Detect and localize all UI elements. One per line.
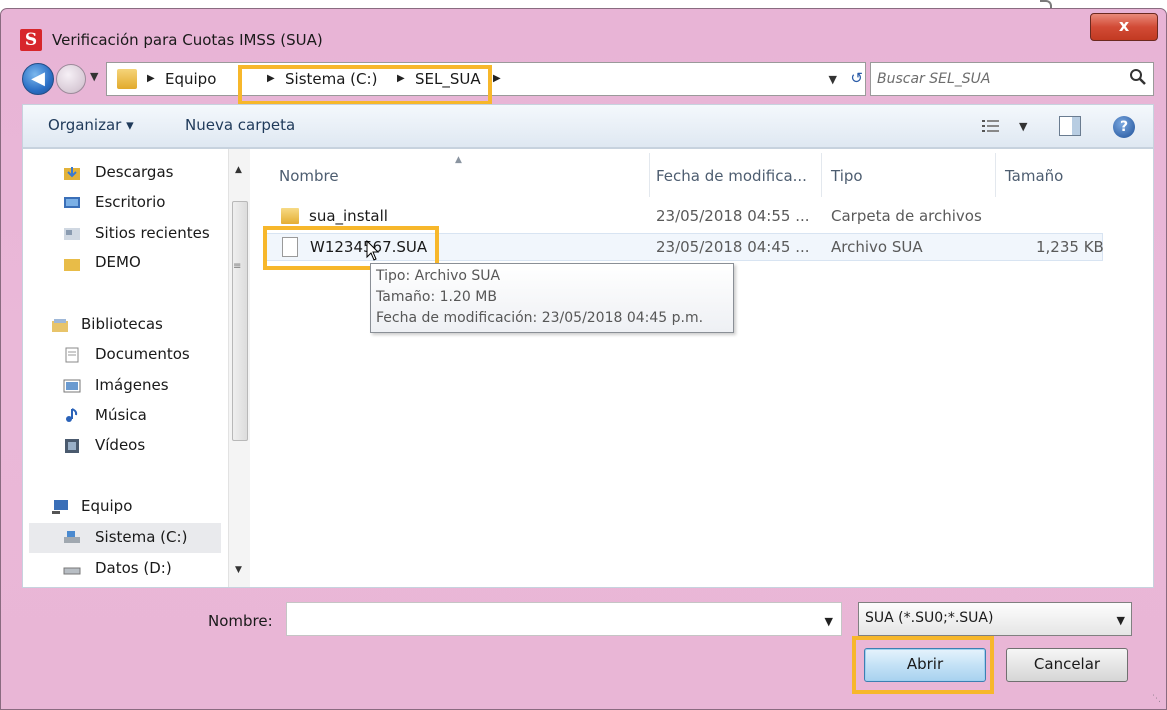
breadcrumb-equipo[interactable]: Equipo xyxy=(165,70,216,88)
help-icon[interactable]: ? xyxy=(1113,116,1135,138)
sidebar-item-sitios-recientes[interactable]: Sitios recientes xyxy=(95,224,210,242)
organize-button[interactable]: Organizar ▾ xyxy=(48,116,134,134)
chevron-down-icon[interactable]: ▼ xyxy=(1117,614,1125,627)
refresh-icon[interactable]: ↺ xyxy=(850,69,863,87)
sidebar-item-videos[interactable]: Vídeos xyxy=(95,436,145,454)
folder-icon xyxy=(281,208,299,224)
file-row-sua-install[interactable]: sua_install 23/05/2018 04:55 ... Carpeta… xyxy=(265,203,1103,231)
sort-ascending-icon: ▲ xyxy=(455,155,462,165)
breadcrumb-sistema-c[interactable]: Sistema (C:) xyxy=(285,70,377,88)
file-type-filter-value: SUA (*.SU0;*.SUA) xyxy=(865,610,994,626)
videos-icon xyxy=(65,439,79,453)
file-type: Carpeta de archivos xyxy=(831,207,982,225)
recent-places-icon xyxy=(64,228,80,240)
file-name-input[interactable] xyxy=(291,603,811,633)
content-area: Descargas Escritorio Sitios recientes DE… xyxy=(22,148,1154,588)
chevron-right-icon[interactable]: ▶ xyxy=(397,73,405,84)
file-size: 1,235 KB xyxy=(1036,238,1104,256)
computer-icon xyxy=(52,500,68,514)
view-options-dropdown[interactable]: ▼ xyxy=(1019,120,1027,133)
tooltip-size: Tamaño: 1.20 MB xyxy=(376,289,497,305)
file-list: ▲ Nombre Fecha de modifica... Tipo Tamañ… xyxy=(251,149,1153,587)
chevron-right-icon[interactable]: ▶ xyxy=(267,73,275,84)
column-separator[interactable] xyxy=(649,153,650,197)
scrollbar-thumb[interactable] xyxy=(232,201,248,441)
music-icon xyxy=(66,408,78,422)
navigation-bar: ◀ ▼ ▶ Equipo ▶ Sistema (C:) ▶ SEL_SUA ▶ … xyxy=(22,58,1154,98)
column-separator[interactable] xyxy=(995,153,996,197)
forward-button[interactable] xyxy=(56,64,86,94)
drive-icon xyxy=(63,567,81,575)
close-button[interactable]: x xyxy=(1090,13,1158,41)
scroll-down-arrow-icon[interactable]: ▼ xyxy=(235,565,242,575)
sidebar-item-sistema-c[interactable]: Sistema (C:) xyxy=(95,528,187,546)
file-name-label: Nombre: xyxy=(208,612,273,630)
toolbar: Organizar ▾ Nueva carpeta ▼ ? xyxy=(22,104,1154,148)
file-icon xyxy=(282,237,298,257)
search-box[interactable] xyxy=(870,62,1154,96)
tooltip-type: Tipo: Archivo SUA xyxy=(376,268,501,284)
new-folder-button[interactable]: Nueva carpeta xyxy=(185,116,295,134)
chevron-right-icon[interactable]: ▶ xyxy=(493,73,501,84)
file-name: sua_install xyxy=(309,207,388,225)
scroll-grip-icon: ≡ xyxy=(233,261,242,272)
file-date: 23/05/2018 04:55 ... xyxy=(656,207,810,225)
documents-icon xyxy=(65,347,79,363)
change-view-icon[interactable] xyxy=(981,118,1001,134)
column-header-fecha[interactable]: Fecha de modifica... xyxy=(656,167,807,185)
title-bar[interactable]: S Verificación para Cuotas IMSS (SUA) x xyxy=(1,9,1166,61)
sidebar-item-imagenes[interactable]: Imágenes xyxy=(95,376,169,394)
mouse-cursor-icon xyxy=(366,240,380,261)
back-button[interactable]: ◀ xyxy=(22,63,54,95)
file-date: 23/05/2018 04:45 ... xyxy=(656,238,810,256)
column-header-nombre[interactable]: Nombre xyxy=(279,167,339,185)
tooltip-modified: Fecha de modificación: 23/05/2018 04:45 … xyxy=(376,310,704,326)
chevron-down-icon[interactable]: ▼ xyxy=(825,615,833,628)
file-type: Archivo SUA xyxy=(831,238,923,256)
sidebar-item-equipo[interactable]: Equipo xyxy=(81,497,132,515)
sidebar-item-demo[interactable]: DEMO xyxy=(95,253,141,271)
file-row-w1234567-sua[interactable]: W1234567.SUA 23/05/2018 04:45 ... Archiv… xyxy=(265,233,1104,261)
sidebar-item-bibliotecas[interactable]: Bibliotecas xyxy=(81,315,163,333)
column-header-tipo[interactable]: Tipo xyxy=(831,167,863,185)
open-button[interactable]: Abrir xyxy=(864,648,986,682)
breadcrumb-sel-sua[interactable]: SEL_SUA xyxy=(415,70,481,88)
address-bar[interactable]: ▶ Equipo ▶ Sistema (C:) ▶ SEL_SUA ▶ ▼ ↺ xyxy=(106,62,866,96)
window-title: Verificación para Cuotas IMSS (SUA) xyxy=(52,31,323,49)
navigation-pane: Descargas Escritorio Sitios recientes DE… xyxy=(23,149,228,587)
sidebar-item-documentos[interactable]: Documentos xyxy=(95,345,190,363)
libraries-icon xyxy=(52,319,68,332)
search-input[interactable] xyxy=(877,64,1117,94)
recent-locations-dropdown[interactable]: ▼ xyxy=(90,70,98,83)
sidebar-item-descargas[interactable]: Descargas xyxy=(95,163,173,181)
address-history-dropdown[interactable]: ▼ xyxy=(829,73,837,86)
scroll-up-arrow-icon[interactable]: ▲ xyxy=(235,165,242,175)
desktop-icon xyxy=(64,197,80,208)
pictures-icon xyxy=(63,379,81,393)
sidebar-item-datos-d[interactable]: Datos (D:) xyxy=(95,559,172,577)
chevron-right-icon[interactable]: ▶ xyxy=(147,73,155,84)
drive-icon xyxy=(64,531,80,543)
sidebar-item-escritorio[interactable]: Escritorio xyxy=(95,193,165,211)
preview-pane-icon[interactable] xyxy=(1059,116,1081,136)
cancel-button[interactable]: Cancelar xyxy=(1006,648,1128,682)
column-separator[interactable] xyxy=(821,153,822,197)
sidebar-item-musica[interactable]: Música xyxy=(95,406,147,424)
search-icon[interactable] xyxy=(1129,68,1147,86)
column-header-tamano[interactable]: Tamaño xyxy=(1005,167,1063,185)
file-name-combobox[interactable]: ▼ xyxy=(286,602,842,636)
folder-icon xyxy=(117,69,137,89)
resize-grip-icon[interactable]: ⋱ xyxy=(1152,694,1161,704)
file-type-filter[interactable]: SUA (*.SU0;*.SUA) ▼ xyxy=(858,602,1132,636)
app-icon: S xyxy=(20,29,42,51)
folder-icon xyxy=(64,259,80,271)
file-info-tooltip: Tipo: Archivo SUA Tamaño: 1.20 MB Fecha … xyxy=(370,263,734,333)
navigation-pane-scrollbar[interactable]: ▲ ≡ ▼ xyxy=(228,149,250,587)
downloads-icon xyxy=(64,167,80,180)
